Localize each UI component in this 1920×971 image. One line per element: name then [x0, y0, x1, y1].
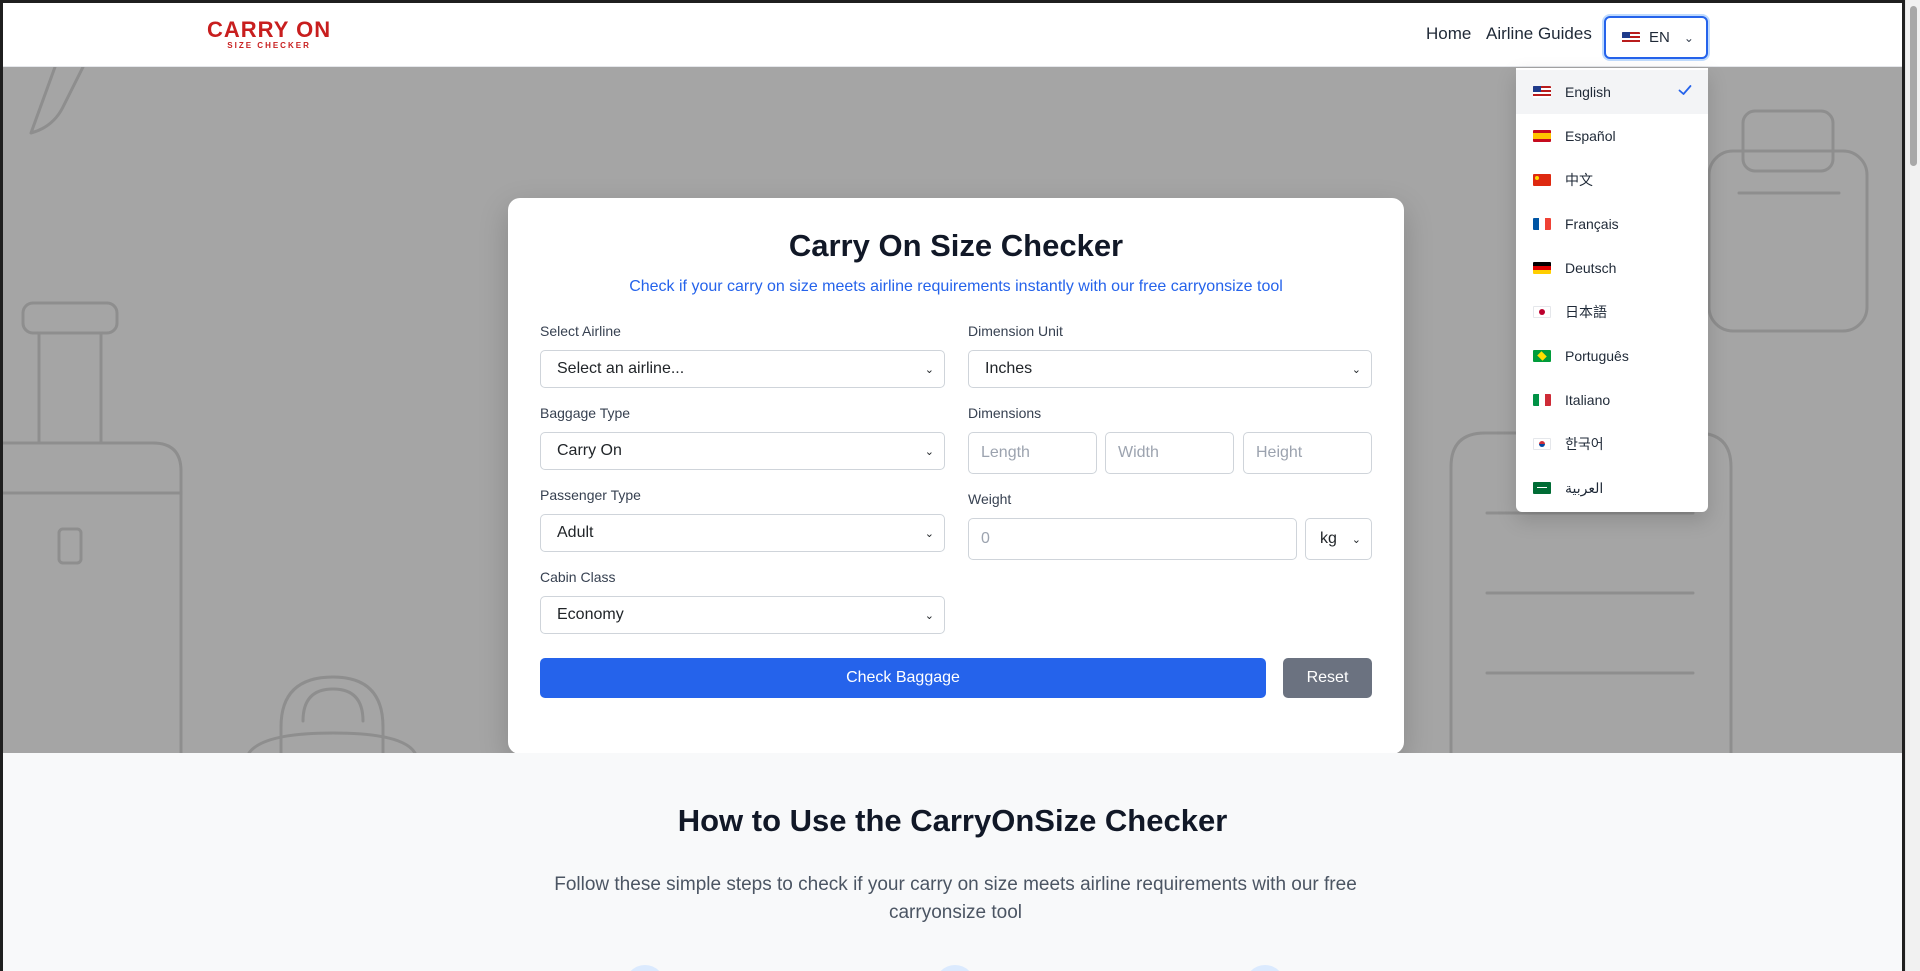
language-option-english[interactable]: English	[1516, 70, 1708, 114]
language-option-chinese[interactable]: 中文	[1516, 158, 1708, 202]
check-baggage-button[interactable]: Check Baggage	[540, 658, 1266, 698]
dimension-unit-select[interactable]: Inches ⌄	[968, 350, 1372, 388]
length-input[interactable]: Length	[968, 432, 1097, 474]
language-option-label: 中文	[1565, 172, 1593, 188]
language-code: EN	[1649, 29, 1670, 46]
step-icon	[935, 965, 975, 971]
chevron-down-icon: ⌄	[1351, 364, 1361, 376]
language-selector-button[interactable]: EN ⌄	[1604, 16, 1708, 59]
baggage-type-label: Baggage Type	[540, 405, 631, 421]
airline-select-value: Select an airline...	[557, 360, 685, 377]
language-option-label: Deutsch	[1565, 260, 1617, 276]
cabin-class-select[interactable]: Economy ⌄	[540, 596, 945, 634]
baggage-type-select[interactable]: Carry On ⌄	[540, 432, 945, 470]
passenger-type-value: Adult	[557, 524, 594, 541]
language-option-label: 日本語	[1565, 304, 1607, 320]
language-option-espanol[interactable]: Español	[1516, 114, 1708, 158]
how-to-section: How to Use the CarryOnSize Checker Follo…	[3, 753, 1902, 971]
es-flag-icon	[1533, 130, 1551, 142]
scrollbar-thumb[interactable]	[1910, 6, 1917, 166]
sa-flag-icon	[1533, 482, 1551, 494]
checker-subtitle: Check if your carry on size meets airlin…	[629, 278, 1283, 295]
jp-flag-icon	[1533, 306, 1551, 318]
chevron-down-icon: ⌄	[1683, 30, 1694, 45]
step-icon	[625, 965, 665, 971]
passenger-type-select[interactable]: Adult ⌄	[540, 514, 945, 552]
weight-label: Weight	[968, 491, 1012, 507]
it-flag-icon	[1533, 394, 1551, 406]
weight-input[interactable]: 0	[968, 518, 1297, 560]
language-option-italiano[interactable]: Italiano	[1516, 378, 1708, 422]
language-option-portugues[interactable]: Português	[1516, 334, 1708, 378]
language-option-korean[interactable]: 한국어	[1516, 422, 1708, 466]
language-dropdown-menu: English Español 中文 Français Deutsch 日本語 …	[1516, 68, 1708, 512]
language-option-deutsch[interactable]: Deutsch	[1516, 246, 1708, 290]
passenger-type-label: Passenger Type	[540, 487, 641, 503]
height-input[interactable]: Height	[1243, 432, 1372, 474]
language-option-label: العربية	[1565, 479, 1604, 496]
logo-wordmark: CARRY ON	[207, 17, 332, 42]
baggage-type-value: Carry On	[557, 442, 622, 459]
language-option-label: Italiano	[1565, 392, 1611, 408]
kr-flag-icon	[1533, 438, 1551, 450]
language-option-arabic[interactable]: العربية	[1516, 466, 1708, 510]
how-to-description: Follow these simple steps to check if yo…	[554, 874, 1357, 923]
language-option-label: 한국어	[1565, 436, 1604, 452]
us-flag-icon	[1533, 86, 1551, 98]
chevron-down-icon: ⌄	[1351, 534, 1361, 546]
language-option-label: Español	[1565, 128, 1616, 144]
how-to-title: How to Use the CarryOnSize Checker	[677, 803, 1228, 838]
cn-flag-icon	[1533, 174, 1551, 186]
language-option-japanese[interactable]: 日本語	[1516, 290, 1708, 334]
site-logo[interactable]: CARRY ON SIZE CHECKER	[207, 17, 332, 51]
chevron-down-icon: ⌄	[924, 364, 934, 376]
checker-title: Carry On Size Checker	[788, 228, 1124, 263]
language-option-label: Français	[1565, 216, 1619, 232]
cabin-class-value: Economy	[557, 606, 624, 623]
chevron-down-icon: ⌄	[924, 528, 934, 540]
weight-unit-select[interactable]: kg ⌄	[1305, 518, 1372, 560]
fr-flag-icon	[1533, 218, 1551, 230]
browser-viewport: CARRY ON SIZE CHECKER Home Airline Guide…	[0, 0, 1905, 971]
chevron-down-icon: ⌄	[924, 610, 934, 622]
nav-link-airline-guides[interactable]: Airline Guides	[1486, 24, 1592, 44]
width-input[interactable]: Width	[1105, 432, 1234, 474]
checker-card: Carry On Size Checker Check if your carr…	[508, 198, 1404, 753]
airline-label: Select Airline	[540, 323, 621, 339]
de-flag-icon	[1533, 262, 1551, 274]
dimension-unit-value: Inches	[985, 360, 1033, 377]
site-header: CARRY ON SIZE CHECKER Home Airline Guide…	[3, 3, 1902, 67]
page-scrollbar[interactable]	[1905, 0, 1920, 971]
nav-link-home[interactable]: Home	[1426, 24, 1471, 44]
checkmark-icon	[1678, 85, 1692, 95]
language-option-label: English	[1565, 84, 1611, 100]
language-option-label: Português	[1565, 348, 1629, 364]
us-flag-icon	[1622, 31, 1640, 44]
reset-button[interactable]: Reset	[1283, 658, 1372, 698]
step-icon	[1245, 965, 1285, 971]
dimension-unit-label: Dimension Unit	[968, 323, 1063, 339]
language-option-francais[interactable]: Français	[1516, 202, 1708, 246]
br-flag-icon	[1533, 350, 1551, 362]
airline-select[interactable]: Select an airline... ⌄	[540, 350, 945, 388]
chevron-down-icon: ⌄	[924, 446, 934, 458]
logo-tagline: SIZE CHECKER	[227, 41, 311, 50]
cabin-class-label: Cabin Class	[540, 569, 616, 585]
dimensions-label: Dimensions	[968, 405, 1042, 421]
weight-unit-value: kg	[1320, 530, 1337, 547]
